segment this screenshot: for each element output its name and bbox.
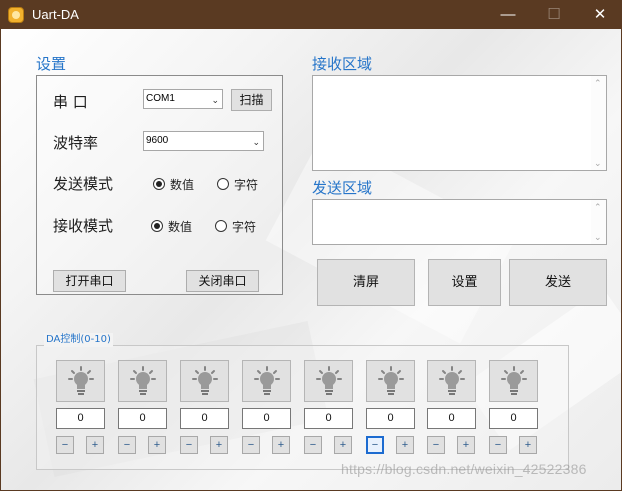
receive-mode-char-label: 字符 <box>232 220 257 234</box>
da-value-field[interactable]: 0 <box>427 408 476 429</box>
chevron-down-icon: ⌄ <box>252 137 260 147</box>
lightbulb-button[interactable] <box>489 360 538 402</box>
da-plus-button[interactable]: + <box>334 436 352 454</box>
scroll-up-icon[interactable]: ⌃ <box>594 202 602 212</box>
lightbulb-icon <box>130 366 156 395</box>
send-mode-number-label: 数值 <box>170 178 195 192</box>
port-label: 串 口 <box>53 93 88 111</box>
client-area: 设置 串 口 COM1 ⌄ 扫描 波特率 9600 ⌄ 发送模式 数值 字符 接… <box>1 29 621 490</box>
settings-button[interactable]: 设置 <box>428 259 501 306</box>
receive-mode-number-radio[interactable] <box>151 220 163 232</box>
da-plus-button[interactable]: + <box>148 436 166 454</box>
da-plus-button[interactable]: + <box>272 436 290 454</box>
title-bar[interactable]: Uart-DA — ☐ ✕ <box>1 1 621 29</box>
lightbulb-icon <box>68 366 94 395</box>
da-channel: 0 − + <box>427 360 476 464</box>
da-plus-button[interactable]: + <box>457 436 475 454</box>
lightbulb-icon <box>316 366 342 395</box>
da-channel: 0 − + <box>304 360 353 464</box>
da-channel: 0 − + <box>242 360 291 464</box>
settings-group: 串 口 COM1 ⌄ 扫描 波特率 9600 ⌄ 发送模式 数值 字符 接收模式… <box>36 75 283 295</box>
send-mode-number-radio[interactable] <box>153 178 165 190</box>
da-minus-button[interactable]: − <box>180 436 198 454</box>
send-scrollbar[interactable]: ⌃ ⌄ <box>591 200 606 244</box>
lightbulb-button[interactable] <box>242 360 291 402</box>
send-mode-char-radio[interactable] <box>217 178 229 190</box>
lightbulb-icon <box>501 366 527 395</box>
receive-textarea[interactable]: ⌃ ⌄ <box>312 75 607 171</box>
receive-mode-label: 接收模式 <box>53 217 114 235</box>
lightbulb-button[interactable] <box>304 360 353 402</box>
lightbulb-button[interactable] <box>118 360 167 402</box>
send-textarea[interactable]: ⌃ ⌄ <box>312 199 607 245</box>
window-title: Uart-DA <box>32 7 79 22</box>
send-button[interactable]: 发送 <box>509 259 607 306</box>
scroll-down-icon[interactable]: ⌄ <box>594 158 602 168</box>
open-port-button[interactable]: 打开串口 <box>53 270 126 292</box>
clear-screen-button[interactable]: 清屏 <box>317 259 415 306</box>
send-section-title: 发送区域 <box>312 179 373 197</box>
maximize-button[interactable]: ☐ <box>531 1 577 29</box>
lightbulb-button[interactable] <box>366 360 415 402</box>
chevron-down-icon: ⌄ <box>211 95 219 105</box>
da-plus-button[interactable]: + <box>86 436 104 454</box>
da-control-title: DA控制(0-10) <box>44 333 113 347</box>
minimize-button[interactable]: — <box>485 1 531 29</box>
da-value-field[interactable]: 0 <box>180 408 229 429</box>
da-value-field[interactable]: 0 <box>489 408 538 429</box>
da-channel: 0 − + <box>56 360 105 464</box>
port-select[interactable]: COM1 ⌄ <box>143 89 223 109</box>
receive-mode-number-label: 数值 <box>168 220 193 234</box>
lightbulb-button[interactable] <box>180 360 229 402</box>
da-plus-button[interactable]: + <box>396 436 414 454</box>
da-channel: 0 − + <box>489 360 538 464</box>
scroll-down-icon[interactable]: ⌄ <box>594 232 602 242</box>
app-window: Uart-DA — ☐ ✕ 设置 串 口 COM1 ⌄ 扫描 波特率 9600 … <box>0 0 622 491</box>
da-value-field[interactable]: 0 <box>242 408 291 429</box>
da-minus-button[interactable]: − <box>118 436 136 454</box>
da-value-field[interactable]: 0 <box>118 408 167 429</box>
scan-button[interactable]: 扫描 <box>231 89 272 111</box>
da-minus-button[interactable]: − <box>366 436 384 454</box>
da-minus-button[interactable]: − <box>304 436 322 454</box>
send-mode-char-label: 字符 <box>234 178 259 192</box>
settings-section-title: 设置 <box>36 55 67 73</box>
baud-value: 9600 <box>146 135 169 146</box>
port-value: COM1 <box>146 93 175 104</box>
da-minus-button[interactable]: − <box>56 436 74 454</box>
lightbulb-icon <box>378 366 404 395</box>
da-minus-button[interactable]: − <box>489 436 507 454</box>
da-plus-button[interactable]: + <box>519 436 537 454</box>
da-channel: 0 − + <box>366 360 415 464</box>
lightbulb-icon <box>439 366 465 395</box>
da-value-field[interactable]: 0 <box>56 408 105 429</box>
receive-scrollbar[interactable]: ⌃ ⌄ <box>591 76 606 170</box>
scroll-up-icon[interactable]: ⌃ <box>594 78 602 88</box>
da-value-field[interactable]: 0 <box>304 408 353 429</box>
receive-mode-char-radio[interactable] <box>215 220 227 232</box>
close-port-button[interactable]: 关闭串口 <box>186 270 259 292</box>
close-button[interactable]: ✕ <box>577 1 621 29</box>
lightbulb-icon <box>192 366 218 395</box>
da-minus-button[interactable]: − <box>427 436 445 454</box>
lightbulb-button[interactable] <box>427 360 476 402</box>
da-plus-button[interactable]: + <box>210 436 228 454</box>
da-channel: 0 − + <box>118 360 167 464</box>
baud-select[interactable]: 9600 ⌄ <box>143 131 264 151</box>
da-value-field[interactable]: 0 <box>366 408 415 429</box>
send-mode-label: 发送模式 <box>53 175 114 193</box>
da-minus-button[interactable]: − <box>242 436 260 454</box>
lightbulb-button[interactable] <box>56 360 105 402</box>
receive-section-title: 接收区域 <box>312 55 373 73</box>
watermark: https://blog.csdn.net/weixin_42522386 <box>341 461 587 477</box>
baud-label: 波特率 <box>53 134 99 152</box>
app-icon <box>8 7 24 23</box>
lightbulb-icon <box>254 366 280 395</box>
da-channel: 0 − + <box>180 360 229 464</box>
